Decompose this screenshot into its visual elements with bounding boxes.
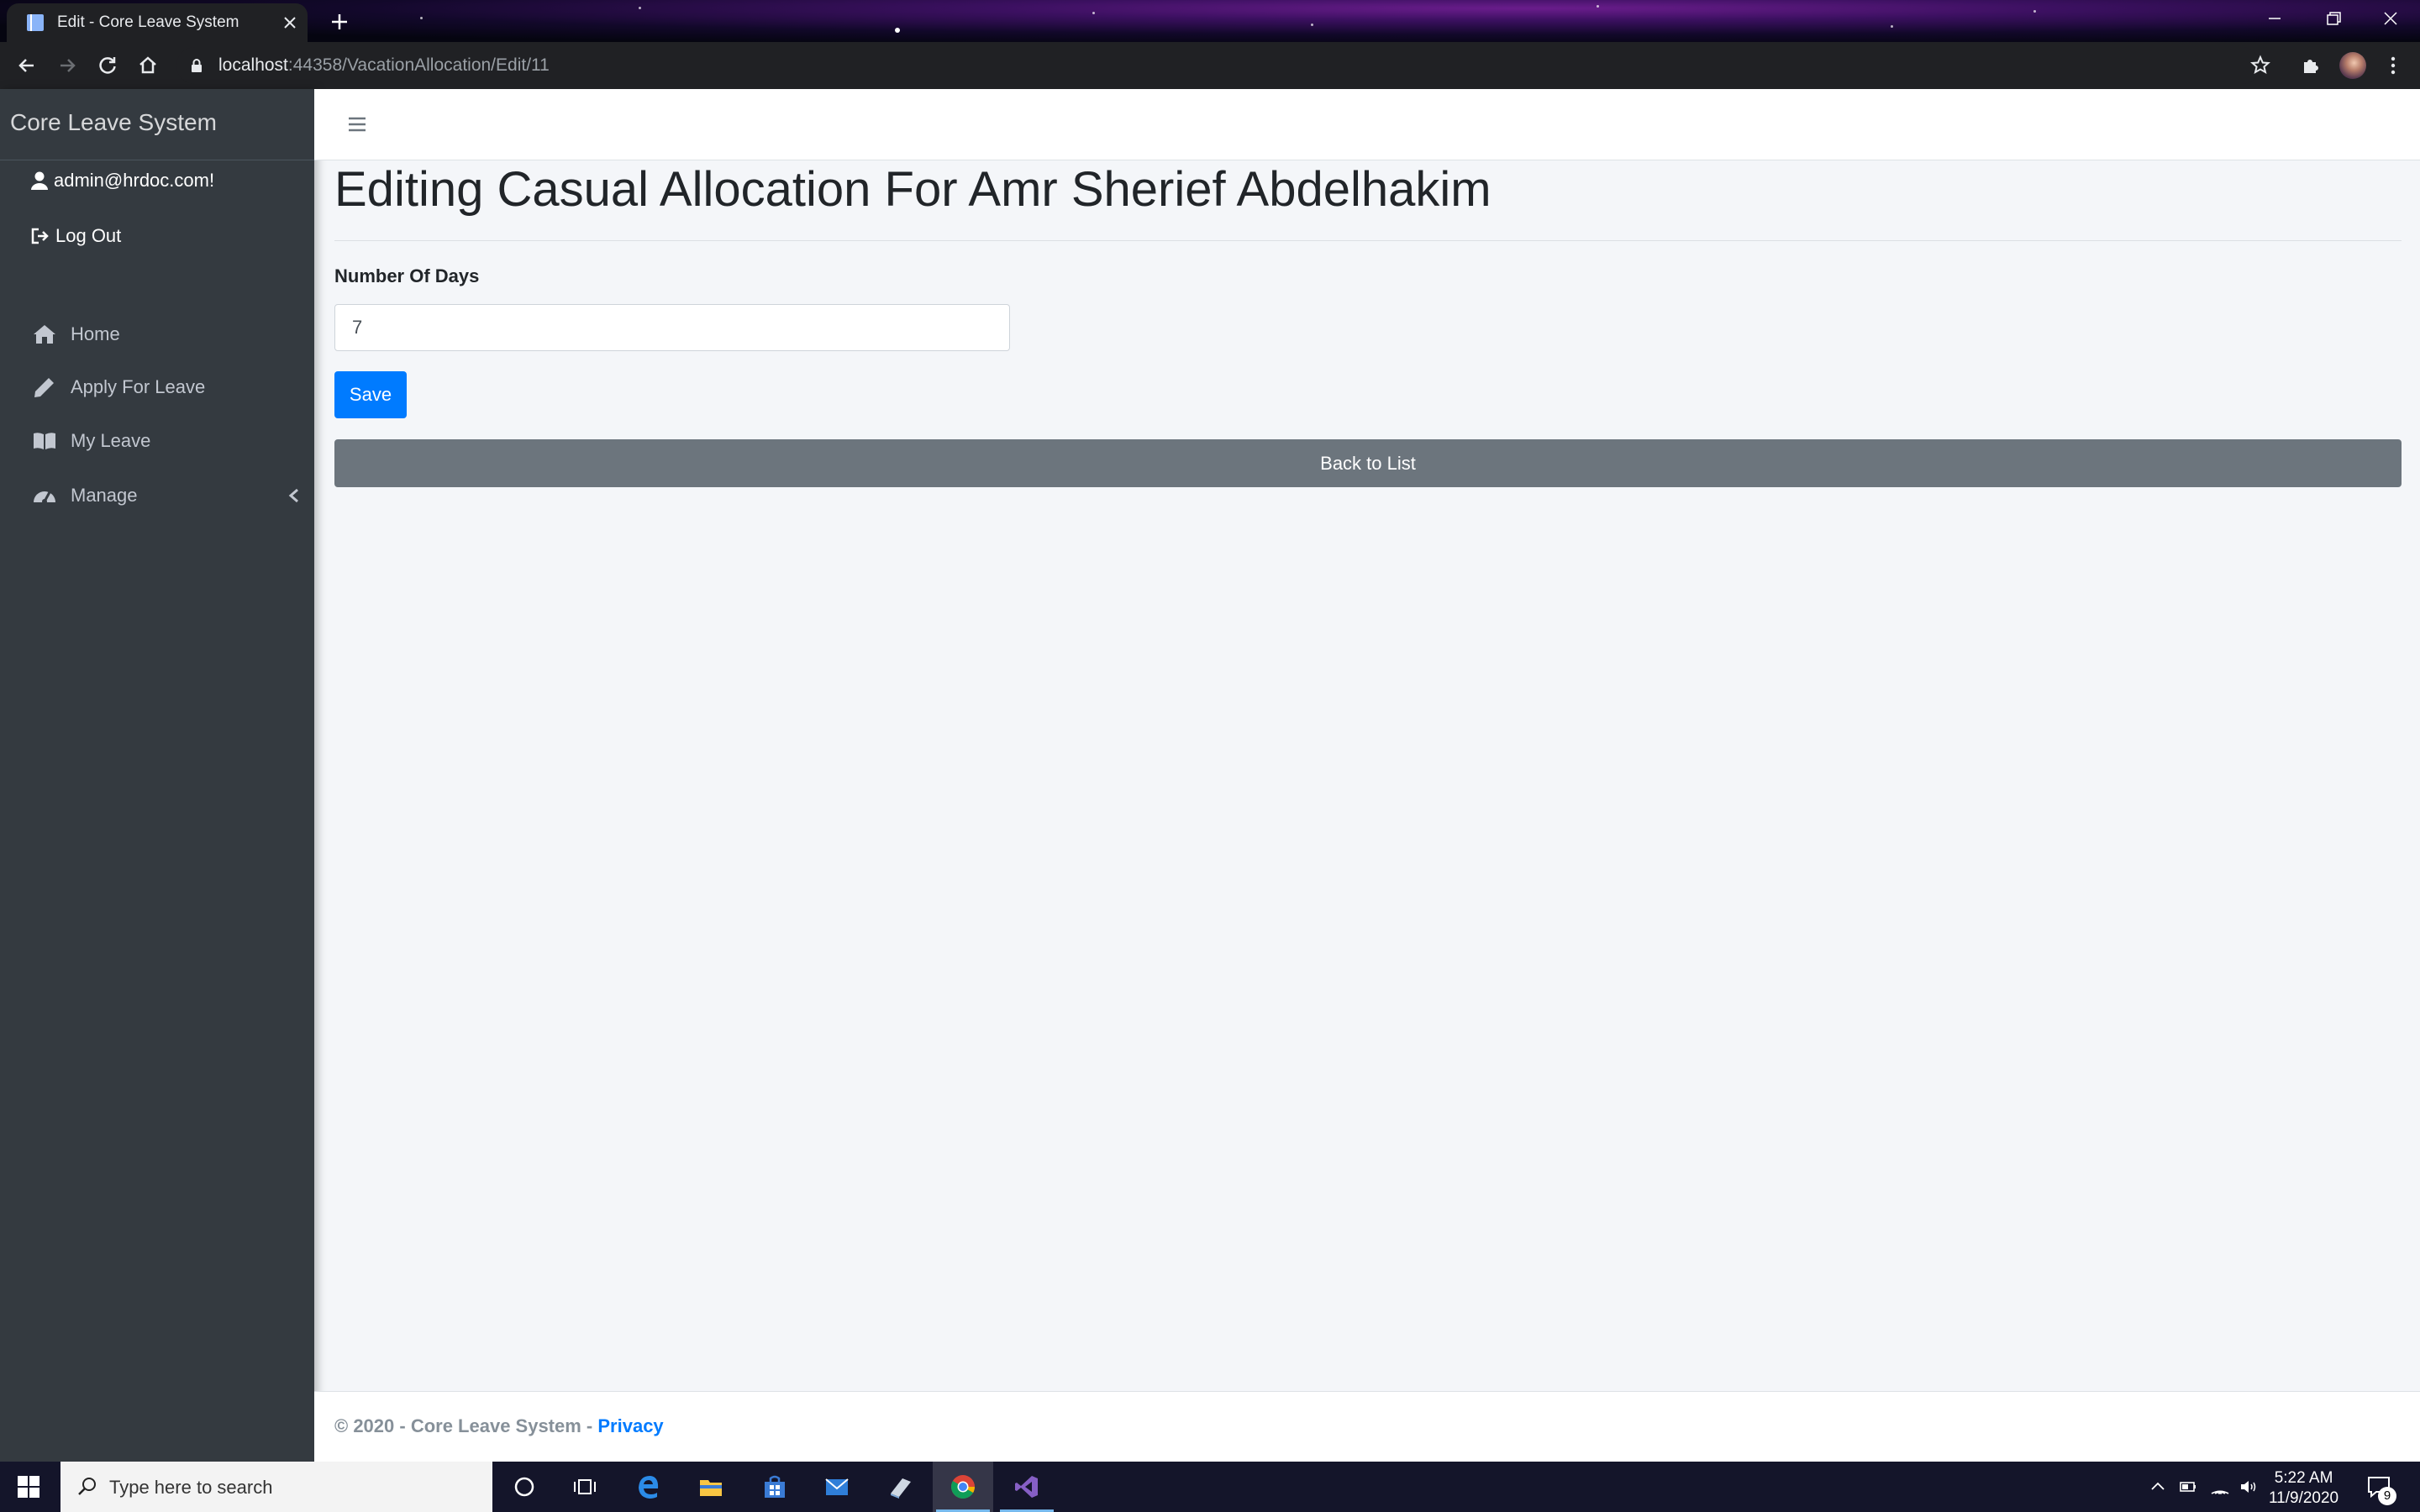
task-view-icon	[574, 1479, 596, 1494]
user-email: admin@hrdoc.com!	[54, 170, 215, 191]
background-star	[1597, 5, 1599, 8]
taskbar-clock[interactable]: 5:22 AM 11/9/2020	[2269, 1468, 2338, 1509]
search-icon	[78, 1478, 96, 1495]
taskbar-chrome[interactable]	[933, 1462, 993, 1512]
copyright-text: © 2020 - Core Leave System -	[334, 1415, 598, 1436]
minimize-icon[interactable]	[2262, 8, 2287, 29]
cortana-circle-icon	[514, 1477, 534, 1497]
taskbar-store[interactable]	[744, 1462, 805, 1512]
sidebar-item-label: My Leave	[71, 430, 151, 451]
background-star	[2033, 10, 2036, 13]
profile-avatar[interactable]	[2339, 52, 2366, 79]
url-path: :44358/VacationAllocation/Edit/11	[287, 55, 550, 75]
user-email-link[interactable]: admin@hrdoc.com!	[30, 170, 214, 192]
document-app-icon	[891, 1478, 911, 1499]
taskbar-edge[interactable]	[618, 1462, 679, 1512]
close-tab-icon[interactable]	[281, 13, 299, 32]
bookmark-star-icon[interactable]	[2249, 54, 2272, 77]
taskbar-search-box[interactable]: Type here to search	[60, 1462, 492, 1512]
page-title: Editing Casual Allocation For Amr Sherie…	[334, 162, 1491, 217]
taskbar-visual-studio[interactable]	[997, 1462, 1057, 1512]
url-host: localhost	[218, 55, 288, 75]
privacy-link[interactable]: Privacy	[597, 1415, 663, 1436]
taskbar-file-explorer[interactable]	[681, 1462, 741, 1512]
browser-tab-strip: Edit - Core Leave System	[0, 0, 2420, 42]
battery-icon[interactable]	[2178, 1477, 2198, 1497]
brand-text: Core Leave System	[10, 109, 217, 135]
tab-title: Edit - Core Leave System	[57, 13, 239, 31]
background-star	[1092, 12, 1095, 14]
top-navbar	[314, 89, 2420, 160]
chevron-up-icon[interactable]	[2148, 1477, 2168, 1497]
back-arrow-icon[interactable]	[15, 54, 39, 77]
sidebar-item-manage[interactable]: Manage	[32, 477, 301, 514]
sidebar-item-label: Apply For Leave	[71, 376, 206, 397]
footer: © 2020 - Core Leave System - Privacy	[314, 1391, 2420, 1462]
background-star	[420, 17, 423, 19]
extensions-puzzle-icon[interactable]	[2299, 54, 2323, 77]
reload-icon[interactable]	[96, 54, 119, 77]
number-of-days-input[interactable]	[334, 304, 1010, 351]
windows-taskbar: Type here to search 5:22 AM 11/9/2020 9	[0, 1462, 2420, 1512]
more-menu-icon[interactable]	[2381, 54, 2405, 77]
book-favicon-icon	[27, 14, 44, 31]
store-bag-icon	[765, 1475, 785, 1498]
back-to-list-button[interactable]: Back to List	[334, 439, 2402, 487]
book-icon	[34, 433, 55, 449]
close-window-icon[interactable]	[2378, 8, 2403, 29]
taskbar-mail[interactable]	[807, 1462, 867, 1512]
url-text: localhost:44358/VacationAllocation/Edit/…	[218, 55, 550, 76]
restore-icon[interactable]	[2321, 8, 2346, 29]
home-browser-icon[interactable]	[136, 54, 160, 77]
hamburger-menu-icon[interactable]	[346, 114, 368, 134]
edge-icon	[639, 1476, 659, 1499]
brand-link[interactable]: Core Leave System	[0, 89, 314, 160]
title-divider	[334, 240, 2402, 241]
search-placeholder: Type here to search	[109, 1477, 273, 1498]
windows-start-icon[interactable]	[17, 1475, 40, 1499]
address-bar[interactable]: localhost:44358/VacationAllocation/Edit/…	[176, 47, 2260, 84]
lock-icon	[192, 59, 202, 72]
sidebar-item-label: Home	[71, 323, 120, 344]
visual-studio-icon	[1015, 1476, 1038, 1498]
sidebar: Core Leave System admin@hrdoc.com! Log O…	[0, 89, 314, 1462]
sidebar-item-label: Manage	[71, 485, 138, 506]
browser-toolbar: localhost:44358/VacationAllocation/Edit/…	[0, 42, 2420, 89]
user-icon	[31, 171, 48, 190]
notification-count-badge: 9	[2378, 1487, 2396, 1505]
background-star	[1311, 24, 1313, 26]
clock-date: 11/9/2020	[2269, 1489, 2339, 1507]
browser-tab[interactable]: Edit - Core Leave System	[7, 3, 308, 42]
home-icon	[34, 325, 55, 344]
save-button[interactable]: Save	[334, 371, 407, 418]
folder-icon	[700, 1480, 722, 1496]
chrome-icon	[951, 1475, 975, 1499]
logout-label: Log Out	[55, 225, 122, 246]
taskbar-app[interactable]	[871, 1462, 931, 1512]
new-tab-icon[interactable]	[328, 10, 351, 34]
sidebar-item-apply-for-leave[interactable]: Apply For Leave	[32, 369, 301, 406]
footer-text: © 2020 - Core Leave System - Privacy	[334, 1415, 664, 1437]
logout-icon	[31, 228, 49, 244]
pencil-icon	[34, 378, 54, 397]
clock-time: 5:22 AM	[2274, 1469, 2333, 1487]
task-view-button[interactable]	[555, 1462, 615, 1512]
sidebar-item-home[interactable]: Home	[32, 316, 301, 353]
dashboard-icon	[34, 491, 55, 504]
mail-icon	[825, 1478, 849, 1495]
volume-icon[interactable]	[2238, 1477, 2259, 1497]
sidebar-item-my-leave[interactable]: My Leave	[32, 423, 301, 459]
chevron-left-icon[interactable]	[287, 487, 301, 504]
cortana-button[interactable]	[494, 1462, 555, 1512]
number-of-days-label: Number Of Days	[334, 265, 480, 286]
background-star	[639, 7, 641, 9]
logout-link[interactable]: Log Out	[30, 225, 121, 247]
wifi-icon[interactable]	[2210, 1477, 2230, 1497]
background-star	[1891, 25, 1893, 28]
background-star	[895, 28, 900, 33]
forward-arrow-icon[interactable]	[55, 54, 79, 77]
